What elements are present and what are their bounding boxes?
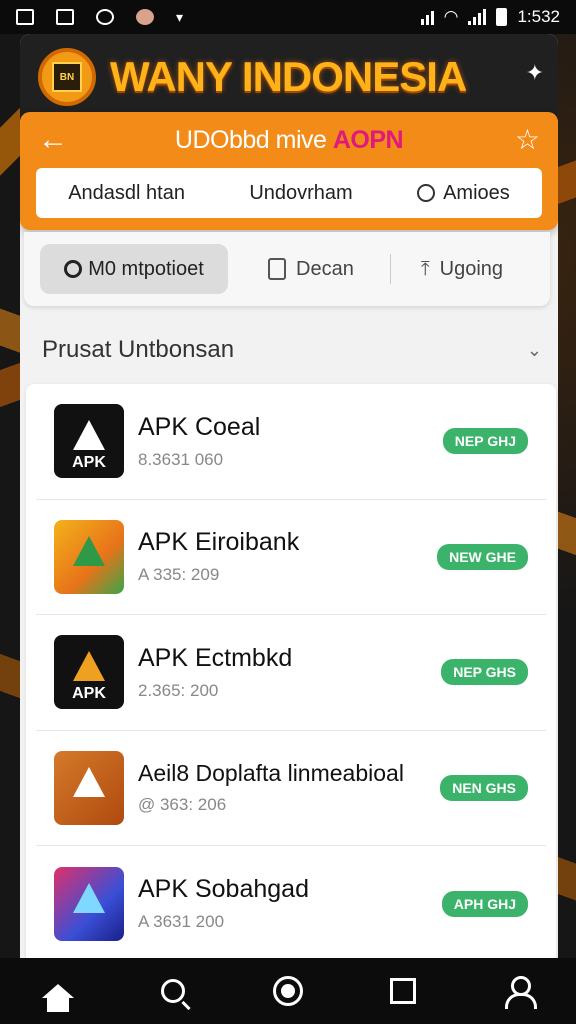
status-time: 1:532	[517, 7, 560, 26]
status-badge[interactable]: NEP GHS	[441, 659, 528, 686]
chevron-down-icon[interactable]: ⌄	[527, 340, 542, 361]
status-badge[interactable]: NEW GHE	[437, 543, 528, 570]
header-nav: Andasdl htan Undovrham Amioes	[36, 168, 542, 218]
play-app-icon	[54, 519, 124, 594]
star-icon[interactable]: ☆	[506, 123, 540, 157]
upload-icon: ⤒	[420, 257, 430, 280]
banner-title: WANY INDONESIA	[110, 53, 467, 100]
nav-item-2[interactable]: Undovrham	[241, 176, 360, 211]
filter-bar: M0 mtpotioet Decan ⤒ Ugoing	[24, 232, 550, 306]
status-badge[interactable]: NEP GHJ	[442, 428, 528, 455]
bird-icon: ▾	[176, 9, 184, 25]
list-item[interactable]: APK APK Coeal 8.3631 060 NEP GHJ	[36, 384, 546, 500]
filter-item-ugoing[interactable]: ⤒ Ugoing	[421, 258, 503, 281]
app-meta: @ 363: 206	[138, 795, 227, 815]
refresh-icon	[64, 260, 83, 278]
filter-item-decan[interactable]: Decan	[268, 258, 354, 281]
app-window: BN WANY INDONESIA ✦ ← UDObbd mive AOPN ☆…	[20, 34, 558, 958]
triangle-app-icon	[54, 750, 124, 825]
nav-item-search[interactable]: Amioes	[409, 176, 518, 211]
app-header: ← UDObbd mive AOPN ☆ Andasdl htan Undovr…	[20, 112, 558, 230]
section-title: Prusat Untbonsan	[42, 336, 235, 363]
list-item[interactable]: Aeil8 Doplafta linmeabioal @ 363: 206 NE…	[36, 731, 546, 846]
cell-signal-icon	[468, 9, 487, 25]
app-name: APK Ectmbkd	[138, 643, 293, 672]
banner: BN WANY INDONESIA ✦	[20, 34, 558, 120]
battery-icon	[496, 8, 508, 26]
brand-logo: BN	[38, 48, 96, 106]
status-bar: ▾ ◠ 1:532	[0, 0, 576, 34]
apk-app-icon: APK	[54, 404, 124, 479]
sync-icon	[96, 9, 114, 25]
circle-icon[interactable]	[271, 974, 305, 1008]
status-badge[interactable]: APH GHJ	[441, 890, 528, 917]
signal-icon	[420, 9, 434, 25]
square-icon[interactable]	[386, 974, 420, 1008]
app-name: APK Eiroibank	[138, 528, 300, 557]
divider	[389, 254, 391, 284]
list-item[interactable]: APK Sobahgad A 3631 200 APH GHJ	[36, 846, 546, 958]
apk-app-icon: APK	[54, 635, 124, 710]
app-name: APK Sobahgad	[138, 875, 309, 904]
wifi-icon: ◠	[443, 7, 459, 26]
app-meta: 8.3631 060	[138, 449, 224, 469]
status-badge[interactable]: NEN GHS	[440, 774, 528, 801]
app-name: Aeil8 Doplafta linmeabioal	[138, 760, 404, 787]
app-meta: A 335: 209	[138, 565, 220, 585]
nav-item-1[interactable]: Andasdl htan	[60, 176, 193, 211]
sparkle-icon: ✦	[525, 60, 544, 85]
avatar-icon	[136, 9, 154, 25]
user-icon[interactable]	[501, 974, 538, 1009]
filter-chip-active[interactable]: M0 mtpotioet	[40, 244, 228, 294]
image-icon	[56, 9, 74, 25]
app-meta: 2.365: 200	[138, 680, 219, 700]
list-item[interactable]: APK Eiroibank A 335: 209 NEW GHE	[36, 500, 546, 615]
app-list: APK APK Coeal 8.3631 060 NEP GHJ APK Eir…	[26, 384, 556, 958]
back-arrow-icon[interactable]: ←	[38, 123, 72, 157]
triangle-app-icon	[54, 866, 124, 941]
header-title: UDObbd mive AOPN	[174, 125, 404, 154]
search-icon	[417, 184, 436, 202]
list-item[interactable]: APK APK Ectmbkd 2.365: 200 NEP GHS	[36, 615, 546, 731]
app-meta: A 3631 200	[138, 912, 225, 932]
home-icon[interactable]	[41, 974, 75, 1012]
bottom-nav	[0, 958, 576, 1024]
search-icon[interactable]	[156, 974, 190, 1008]
document-icon	[268, 258, 286, 280]
app-name: APK Coeal	[138, 412, 261, 441]
section-header[interactable]: Prusat Untbonsan ⌄	[42, 330, 542, 370]
notification-icon	[16, 9, 34, 25]
